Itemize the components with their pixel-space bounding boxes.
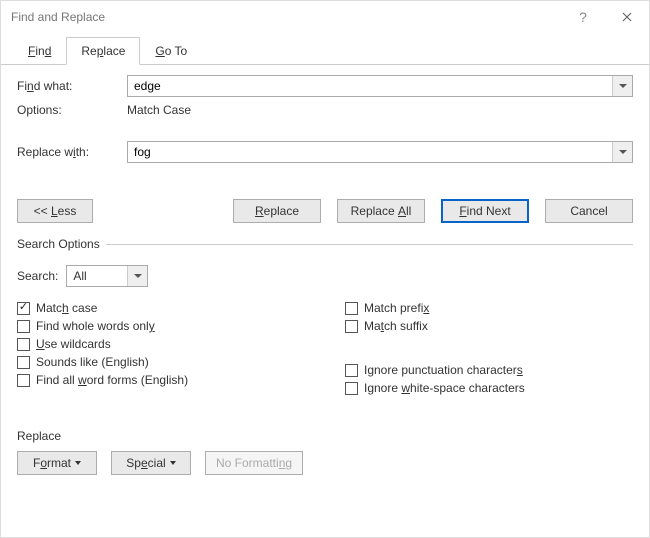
find-replace-dialog: Find and Replace ? Find Replace Go To Fi… [0, 0, 650, 538]
replace-section: Replace Format Special No Formatting [17, 429, 633, 475]
check-word-forms[interactable]: Find all word forms (English) [17, 373, 305, 387]
chevron-down-icon [619, 84, 627, 88]
replace-input[interactable] [128, 142, 612, 162]
search-options-group: Search Options Search: All Match case [17, 237, 633, 475]
options-row: Options: Match Case [17, 103, 633, 117]
find-label: Find what: [17, 79, 127, 93]
replace-combo[interactable] [127, 141, 633, 163]
search-scope-dropdown[interactable] [127, 266, 147, 286]
find-dropdown[interactable] [612, 76, 632, 96]
tab-find[interactable]: Find [13, 37, 66, 65]
find-row: Find what: [17, 75, 633, 97]
less-button[interactable]: << Less [17, 199, 93, 223]
cancel-button[interactable]: Cancel [545, 199, 633, 223]
checkbox-icon [345, 382, 358, 395]
find-next-button[interactable]: Find Next [441, 199, 529, 223]
search-label: Search: [17, 269, 58, 283]
check-match-suffix[interactable]: Match suffix [345, 319, 633, 333]
replace-buttons: Format Special No Formatting [17, 451, 633, 475]
search-options-legend: Search Options [15, 237, 106, 251]
checkbox-icon [345, 364, 358, 377]
close-button[interactable] [605, 1, 649, 33]
check-match-case[interactable]: Match case [17, 301, 305, 315]
window-title: Find and Replace [11, 10, 561, 24]
checkbox-icon [17, 302, 30, 315]
check-wildcards[interactable]: Use wildcards [17, 337, 305, 351]
search-scope-row: Search: All [17, 265, 633, 287]
help-button[interactable]: ? [561, 1, 605, 33]
replace-all-button[interactable]: Replace All [337, 199, 425, 223]
check-whole-words[interactable]: Find whole words only [17, 319, 305, 333]
checkbox-columns: Match case Find whole words only Use wil… [17, 297, 633, 399]
close-icon [622, 12, 632, 22]
replace-heading: Replace [17, 429, 633, 443]
check-ignore-ws[interactable]: Ignore white-space characters [345, 381, 633, 395]
replace-label: Replace with: [17, 145, 127, 159]
options-label: Options: [17, 103, 127, 117]
no-formatting-button: No Formatting [205, 451, 303, 475]
checkbox-icon [345, 320, 358, 333]
dialog-body: Find what: Options: Match Case Replace w… [1, 65, 649, 537]
chevron-down-icon [619, 150, 627, 154]
check-sounds-like[interactable]: Sounds like (English) [17, 355, 305, 369]
search-scope-value: All [67, 266, 127, 286]
check-ignore-punct[interactable]: Ignore punctuation characters [345, 363, 633, 377]
special-button[interactable]: Special [111, 451, 191, 475]
caret-down-icon [75, 461, 81, 465]
checkbox-icon [17, 338, 30, 351]
right-col: Match prefix Match suffix Ignore punctua… [345, 297, 633, 399]
tabs: Find Replace Go To [1, 33, 649, 65]
options-value: Match Case [127, 103, 191, 117]
checkbox-icon [17, 374, 30, 387]
tab-goto[interactable]: Go To [140, 37, 202, 65]
find-combo[interactable] [127, 75, 633, 97]
checkbox-icon [17, 320, 30, 333]
format-button[interactable]: Format [17, 451, 97, 475]
search-scope-select[interactable]: All [66, 265, 148, 287]
find-input[interactable] [128, 76, 612, 96]
button-row: << Less Replace Replace All Find Next Ca… [17, 199, 633, 223]
checkbox-icon [345, 302, 358, 315]
replace-button[interactable]: Replace [233, 199, 321, 223]
titlebar: Find and Replace ? [1, 1, 649, 33]
replace-row: Replace with: [17, 141, 633, 163]
caret-down-icon [170, 461, 176, 465]
chevron-down-icon [134, 274, 142, 278]
check-match-prefix[interactable]: Match prefix [345, 301, 633, 315]
tab-replace[interactable]: Replace [66, 37, 140, 65]
checkbox-icon [17, 356, 30, 369]
replace-dropdown[interactable] [612, 142, 632, 162]
left-col: Match case Find whole words only Use wil… [17, 297, 305, 399]
